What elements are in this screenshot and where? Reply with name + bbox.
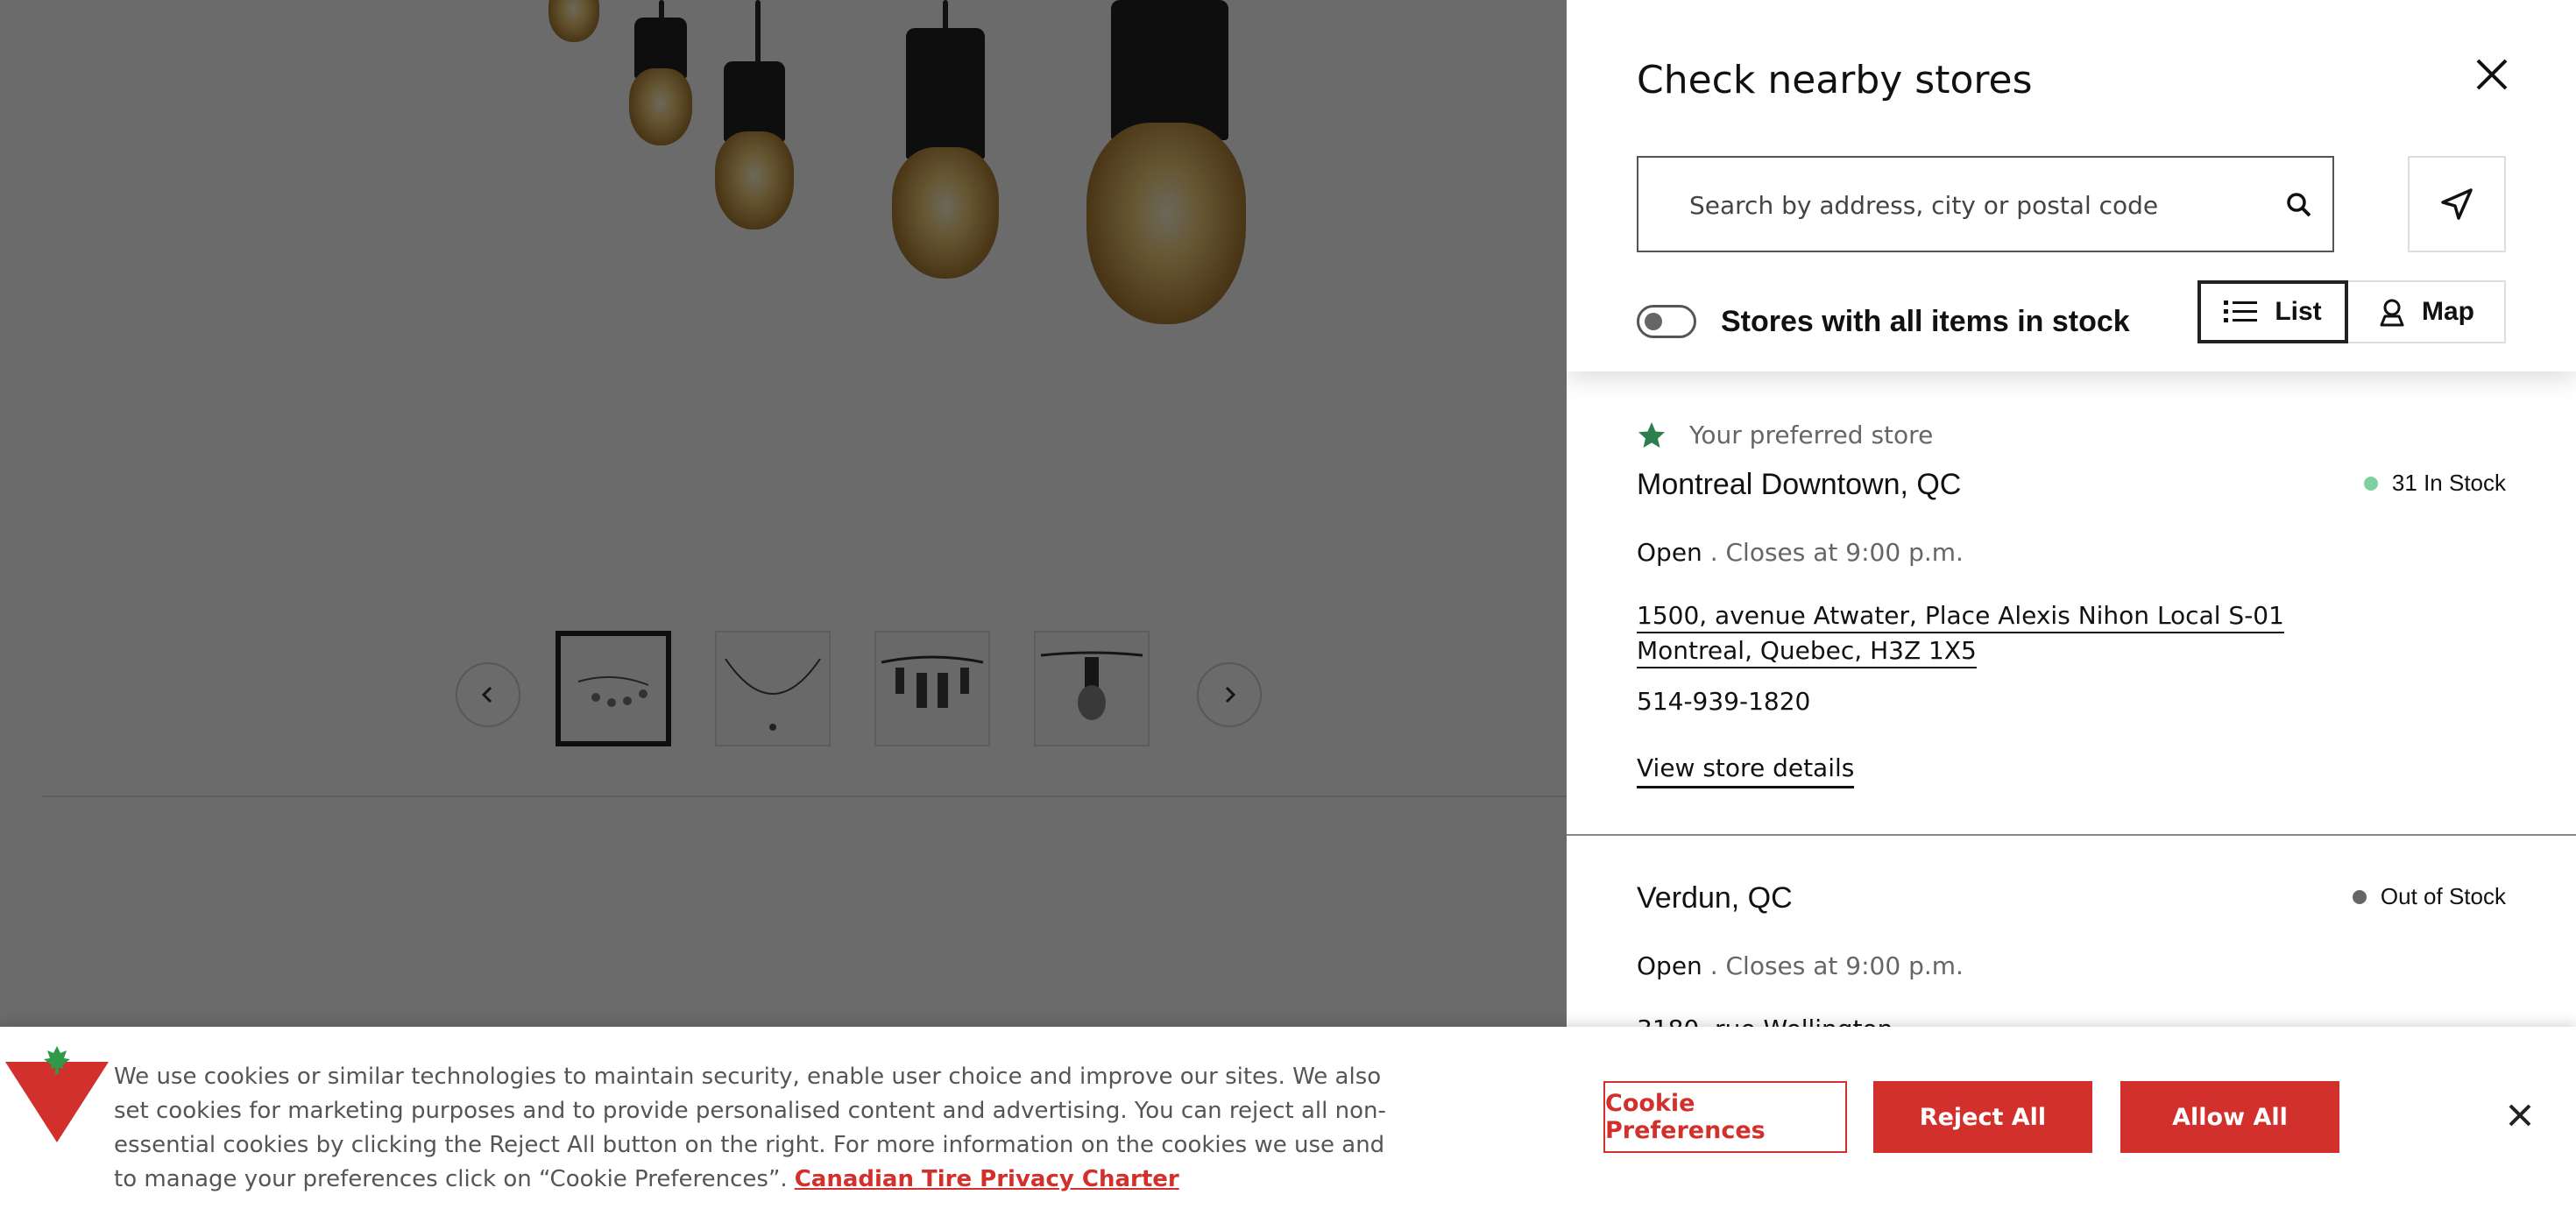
map-pin-icon [2380,299,2404,327]
tab-list[interactable]: List [2197,280,2348,343]
store-card: Your preferred store Montreal Downtown, … [1567,371,2576,836]
stock-status: 31 In Stock [2363,470,2506,497]
tab-map[interactable]: Map [2348,280,2506,343]
preferred-store-label: Your preferred store [1689,421,1934,449]
modal-overlay[interactable] [0,0,1567,1027]
store-address-line1[interactable]: 1500, avenue Atwater, Place Alexis Nihon… [1637,601,2284,633]
open-status: Open [1637,951,1702,980]
tab-list-label: List [2275,297,2322,326]
reject-all-button[interactable]: Reject All [1873,1081,2092,1153]
store-hours: Open . Closes at 9:00 p.m. [1637,538,1964,567]
stock-status-label: Out of Stock [2380,883,2506,909]
store-phone[interactable]: 514-939-1820 [1637,687,1810,716]
cookie-close-icon[interactable] [2499,1095,2541,1137]
canadian-tire-logo [5,1046,109,1142]
view-switcher: List Map [2197,280,2506,343]
cookie-message: We use cookies or similar technologies t… [114,1060,1393,1197]
list-icon [2224,300,2258,322]
store-hours: Open . Closes at 9:00 p.m. [1637,951,1964,980]
stock-dot [2363,476,2378,491]
closing-time: . Closes at 9:00 p.m. [1709,538,1964,567]
nearby-stores-panel: Check nearby stores Stores with all item… [1567,0,2576,1027]
cookie-banner: We use cookies or similar technologies t… [0,1027,2576,1216]
allow-all-button[interactable]: Allow All [2120,1081,2339,1153]
location-arrow-icon [2441,188,2473,220]
store-address-line2[interactable]: Montreal, Quebec, H3Z 1X5 [1637,636,1977,668]
in-stock-toggle-label: Stores with all items in stock [1721,305,2130,338]
closing-time: . Closes at 9:00 p.m. [1709,951,1964,980]
view-store-details-link[interactable]: View store details [1637,753,1855,788]
stock-status-label: 31 In Stock [2391,470,2506,496]
cookie-message-text: We use cookies or similar technologies t… [114,1064,1386,1192]
store-name: Montreal Downtown, QC [1637,468,1962,501]
search-field [1637,156,2334,252]
search-input[interactable] [1688,158,2269,252]
cookie-preferences-button[interactable]: Cookie Preferences [1603,1081,1847,1153]
panel-header: Check nearby stores Stores with all item… [1567,0,2576,371]
close-icon[interactable] [2467,54,2516,103]
store-name: Verdun, QC [1637,881,1793,915]
open-status: Open [1637,538,1702,567]
search-icon[interactable] [2283,189,2315,221]
stock-status: Out of Stock [2352,883,2506,910]
use-my-location-button[interactable] [2408,156,2506,252]
store-card: Verdun, QC Out of Stock Open . Closes at… [1567,836,2576,1027]
panel-title: Check nearby stores [1637,58,2033,103]
stock-dot [2352,889,2367,904]
in-stock-toggle[interactable] [1637,305,1696,338]
tab-map-label: Map [2422,297,2474,326]
privacy-charter-link[interactable]: Canadian Tire Privacy Charter [795,1166,1179,1192]
store-address-line1[interactable]: 3180, rue Wellington [1637,1015,1893,1027]
star-icon [1638,422,1665,448]
